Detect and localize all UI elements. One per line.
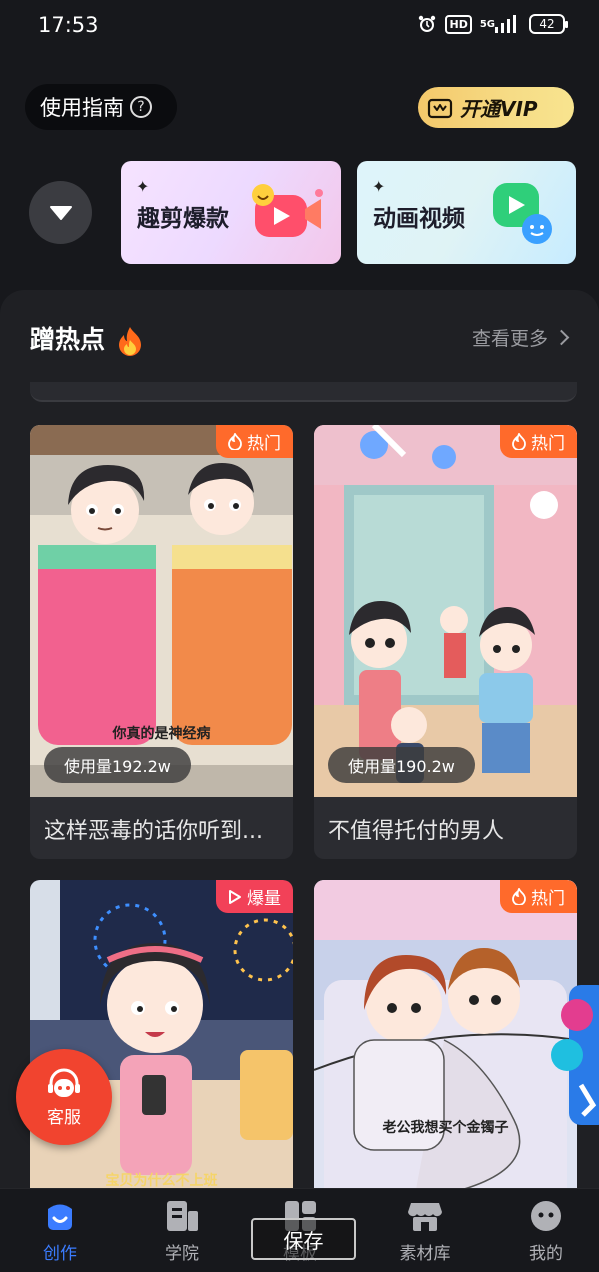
create-icon [48, 1204, 72, 1230]
section-title: 蹭热点 [30, 320, 143, 356]
fire-icon [118, 327, 141, 356]
open-vip-button[interactable]: 开通VIP [418, 87, 574, 128]
video-subtitle: 你真的是神经病 [112, 726, 211, 742]
store-icon [408, 1203, 442, 1231]
viral-badge: 爆量 [216, 880, 293, 913]
promo-float-icon[interactable] [549, 985, 599, 1125]
status-icons: HD 5G 42 [417, 14, 568, 34]
template-title: 不值得托付的男人 [328, 819, 505, 844]
headset-icon [48, 1068, 80, 1097]
tab-create[interactable]: 创作 [15, 1199, 105, 1264]
badge-label: 爆量 [247, 889, 281, 909]
play-outline-icon [229, 889, 241, 904]
template-card[interactable]: 宝贝为什么不上班 爆量 [30, 880, 293, 1200]
usage-count: 使用量190.2w [328, 747, 475, 783]
section-title-text: 蹭热点 [30, 325, 106, 354]
template-card[interactable]: 老公我想买个金镯子 热门 [314, 880, 577, 1200]
quick-action-label: 动画视频 [373, 206, 465, 232]
triangle-down-icon [49, 205, 72, 220]
quick-action-animation-video[interactable]: ✦ 动画视频 [357, 161, 576, 264]
usage-guide-label: 使用指南 [40, 96, 124, 120]
template-card[interactable]: 热门 使用量190.2w 不值得托付的男人 [314, 425, 577, 859]
hot-badge: 热门 [216, 425, 293, 458]
battery-icon: 42 [529, 14, 568, 34]
template-thumbnail: 你真的是神经病 [30, 425, 293, 797]
tab-label: 创作 [43, 1244, 77, 1264]
quick-action-label: 趣剪爆款 [137, 206, 229, 232]
tab-label: 素材库 [399, 1244, 451, 1264]
status-bar: 17:53 HD 5G 42 [0, 0, 599, 52]
status-time: 17:53 [38, 13, 99, 37]
flame-icon [228, 433, 242, 450]
tab-materials[interactable]: 素材库 [380, 1199, 470, 1264]
customer-service-label: 客服 [47, 1107, 81, 1128]
see-more-label: 查看更多 [471, 328, 548, 350]
usage-guide-button[interactable]: 使用指南 ? [25, 84, 177, 130]
academy-icon [167, 1201, 198, 1231]
template-card[interactable]: 你真的是神经病 热门 使用量192.2w 这样恶毒的话你听到... [30, 425, 293, 859]
badge-label: 热门 [531, 434, 565, 454]
tab-mine[interactable]: 我的 [501, 1199, 591, 1264]
help-icon: ? [130, 96, 152, 118]
tab-label: 我的 [529, 1244, 563, 1264]
tab-academy[interactable]: 学院 [137, 1199, 227, 1264]
usage-count: 使用量192.2w [44, 747, 191, 783]
video-bubble-icon [493, 183, 552, 244]
save-button[interactable]: 保存 [251, 1218, 356, 1260]
badge-label: 热门 [247, 434, 281, 454]
hot-badge: 热门 [500, 880, 577, 913]
network-type: 5G [479, 18, 495, 30]
template-thumbnail [314, 425, 577, 797]
chevron-right-icon [553, 329, 570, 346]
open-vip-label: 开通VIP [460, 97, 538, 121]
template-thumbnail: 宝贝为什么不上班 [30, 880, 293, 1200]
template-thumbnail: 老公我想买个金镯子 [314, 880, 577, 1200]
sparkle-icon: ✦ [372, 177, 386, 196]
tab-label: 学院 [165, 1244, 199, 1264]
flame-icon [512, 433, 526, 450]
video-subtitle: 老公我想买个金镯子 [382, 1120, 509, 1136]
signal-icon: 5G [480, 14, 521, 34]
crown-icon [426, 94, 454, 122]
flame-icon [512, 888, 526, 905]
collapse-button[interactable] [29, 181, 92, 244]
template-title: 这样恶毒的话你听到... [44, 819, 263, 844]
sparkle-icon: ✦ [136, 177, 150, 196]
hd-icon: HD [445, 14, 472, 34]
video-camera-icon [252, 184, 323, 237]
badge-label: 热门 [531, 889, 565, 909]
profile-icon [531, 1201, 561, 1231]
see-more-link[interactable]: 查看更多 [471, 324, 570, 351]
customer-service-button[interactable]: 客服 [16, 1049, 112, 1145]
hot-badge: 热门 [500, 425, 577, 458]
alarm-icon [417, 14, 437, 34]
scroll-strip [30, 382, 577, 402]
video-subtitle: 宝贝为什么不上班 [105, 1173, 218, 1189]
quick-action-fun-edit[interactable]: ✦ 趣剪爆款 [121, 161, 341, 264]
